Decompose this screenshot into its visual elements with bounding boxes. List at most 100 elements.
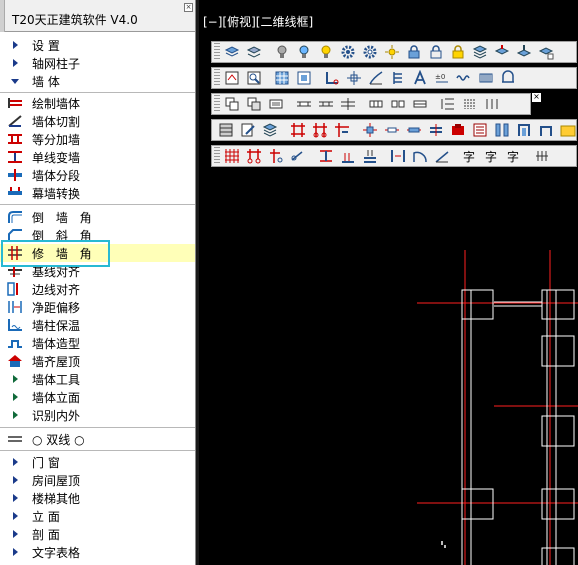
list-icon[interactable] [439,95,457,113]
lock-icon[interactable] [405,43,423,61]
menu-item-text-table[interactable]: 文字表格 [0,543,195,561]
table-icon[interactable] [273,69,291,87]
panel-title-bar[interactable]: T20天正建筑软件 V4.0 × [0,0,195,32]
grid-icon[interactable] [289,121,307,139]
menu-item-elevation[interactable]: 立 面 [0,507,195,525]
menu-item-wall-elevation[interactable]: 墙体立面 [0,388,195,406]
word-icon[interactable]: 字 [461,147,479,165]
copy-icon[interactable] [223,95,241,113]
window2-icon[interactable] [367,95,385,113]
bulb-off-icon[interactable] [295,43,313,61]
stamp-icon[interactable] [449,121,467,139]
dim-icon[interactable]: ±0 [433,69,451,87]
level-icon[interactable] [317,147,335,165]
toggle-double-line[interactable]: ○ 双线 ○ [0,430,195,448]
tool-fillet-wall[interactable]: 倒 墙 角 [0,208,195,226]
columns-icon[interactable] [493,121,511,139]
mirror-icon[interactable] [389,147,407,165]
arch-icon[interactable] [537,121,555,139]
layer-more-icon[interactable] [537,43,555,61]
drawing-canvas[interactable]: [−][俯视][二维线框] ±0 × 字 字 字 [199,0,578,565]
cable-icon[interactable] [499,69,517,87]
paste-icon[interactable] [245,95,263,113]
window-icon[interactable] [317,95,335,113]
stairs-icon[interactable] [367,69,385,87]
tool-wall-cut[interactable]: 墙体切割 [0,112,195,130]
stack-icon[interactable] [361,147,379,165]
menu-item-door-window[interactable]: 门 窗 [0,453,195,471]
menu-dots-icon[interactable] [483,95,501,113]
frame-icon[interactable] [295,69,313,87]
axis2-icon[interactable] [533,147,551,165]
grid2-icon[interactable] [311,121,329,139]
layer-down-icon[interactable] [515,43,533,61]
tool-edge-align[interactable]: 边线对齐 [0,280,195,298]
window3-icon[interactable] [389,95,407,113]
bulb-icon[interactable] [273,43,291,61]
menu-item-settings[interactable]: 设 置 [0,36,195,54]
layer-merge-icon[interactable] [493,43,511,61]
door-icon[interactable] [295,95,313,113]
radius-icon[interactable] [433,147,451,165]
tool-line-to-wall[interactable]: 单线变墙 [0,148,195,166]
tool-curtain-wall[interactable]: 幕墙转换 [0,184,195,202]
toolbar-grip[interactable] [214,69,220,87]
menu-item-axis-column[interactable]: 轴网柱子 [0,54,195,72]
zoom-icon[interactable] [245,69,263,87]
edit-icon[interactable] [239,121,257,139]
split-icon[interactable] [405,121,423,139]
tool-wall-roof[interactable]: 墙齐屋顶 [0,352,195,370]
cross-icon[interactable] [361,121,379,139]
grid-dots-icon[interactable] [461,95,479,113]
menu-item-stairs-other[interactable]: 楼梯其他 [0,489,195,507]
toolbar-grip[interactable] [214,95,220,113]
grid-red2-icon[interactable] [245,147,263,165]
text-A-icon[interactable] [411,69,429,87]
block-icon[interactable] [267,95,285,113]
tee-icon[interactable] [383,121,401,139]
wave-icon[interactable] [455,69,473,87]
menu-item-wall[interactable]: 墙 体 [0,72,195,90]
layers-icon[interactable] [223,43,241,61]
lock-color-icon[interactable] [449,43,467,61]
beam-icon[interactable] [427,121,445,139]
stair-icon[interactable] [339,147,357,165]
wall-icon[interactable] [339,95,357,113]
tool-wall-shape[interactable]: 墙体造型 [0,334,195,352]
folder-icon[interactable] [559,121,577,139]
grid-red-icon[interactable] [223,147,241,165]
panel-close-icon[interactable]: × [184,3,193,12]
tool-wall-segment[interactable]: 墙体分段 [0,166,195,184]
snap-icon[interactable] [223,69,241,87]
grid-pattern-icon[interactable] [477,69,495,87]
light-icon[interactable] [317,43,335,61]
unlock-icon[interactable] [427,43,445,61]
toolbar-grip[interactable] [214,147,220,165]
gear-icon[interactable] [339,43,357,61]
column-icon[interactable] [389,69,407,87]
toolbar-grip[interactable] [214,43,220,61]
columns2-icon[interactable] [515,121,533,139]
tool-offset[interactable]: 净距偏移 [0,298,195,316]
layer-swap-icon[interactable] [245,43,263,61]
dim2-icon[interactable] [289,147,307,165]
menu-item-room-roof[interactable]: 房间屋顶 [0,471,195,489]
joint-icon[interactable] [333,121,351,139]
menu-item-identify-inout[interactable]: 识别内外 [0,406,195,424]
book-icon[interactable] [471,121,489,139]
arc-icon[interactable] [411,147,429,165]
panel-grip[interactable] [0,0,5,32]
tool-insulation[interactable]: 墙柱保温 [0,316,195,334]
tool-draw-wall[interactable]: 绘制墙体 [0,94,195,112]
axis-icon[interactable] [323,69,341,87]
viewport-controls[interactable]: [−][俯视][二维线框] [203,13,313,30]
menu-item-section[interactable]: 剖 面 [0,525,195,543]
node-icon[interactable] [267,147,285,165]
toolbar-close-icon[interactable]: × [532,93,541,102]
word3-icon[interactable]: 字 [505,147,523,165]
gear-alt-icon[interactable] [361,43,379,61]
layer-stack-icon[interactable] [471,43,489,61]
table2-icon[interactable] [217,121,235,139]
layers2-icon[interactable] [261,121,279,139]
sun-icon[interactable] [383,43,401,61]
